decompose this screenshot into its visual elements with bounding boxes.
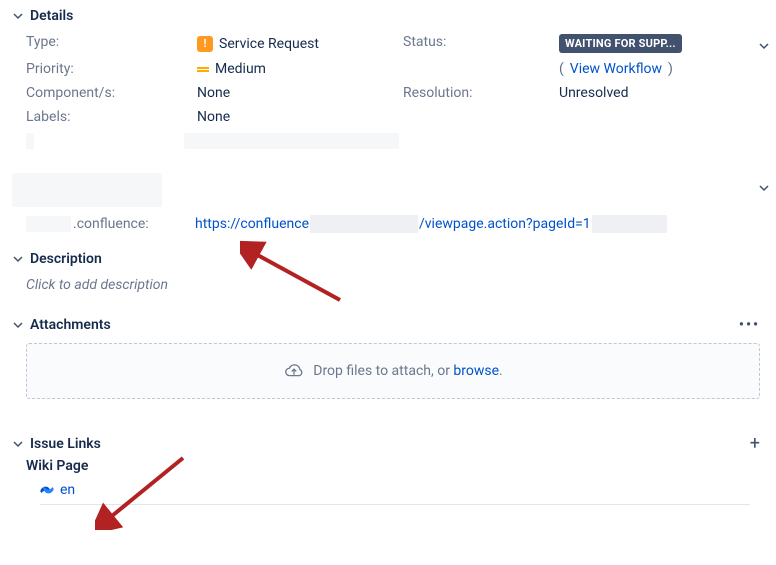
status-badge[interactable]: WAITING FOR SUPP... <box>559 34 682 53</box>
redacted-row-spacer <box>26 157 764 165</box>
wiki-link-row[interactable]: en <box>40 482 750 505</box>
workflow-cell: (View Workflow) <box>559 61 764 77</box>
confluence-field-label: .confluence: <box>73 216 149 232</box>
browse-link[interactable]: browse <box>453 363 499 379</box>
chevron-down-icon <box>12 10 24 22</box>
collapse-panel-icon[interactable] <box>754 178 774 198</box>
confluence-url-part1: https://confluence <box>195 216 309 232</box>
collapse-status-panel-icon[interactable] <box>754 36 774 56</box>
chevron-down-icon <box>12 253 24 265</box>
view-workflow-link[interactable]: View Workflow <box>570 61 662 77</box>
labels-label: Labels: <box>26 109 191 125</box>
resolution-label: Resolution: <box>403 85 553 101</box>
confluence-url[interactable]: https://confluence /viewpage.action?page… <box>195 215 667 233</box>
details-title: Details <box>30 8 73 24</box>
priority-value: Medium <box>197 61 397 77</box>
chevron-down-icon <box>12 319 24 331</box>
labels-value: None <box>197 109 397 125</box>
attachments-options-icon[interactable]: ••• <box>739 317 764 333</box>
description-section-header[interactable]: Description <box>12 251 764 267</box>
components-value: None <box>197 85 397 101</box>
cloud-upload-icon <box>283 362 305 380</box>
type-value: ! Service Request <box>197 34 397 53</box>
attachments-section-header[interactable]: Attachments <box>12 317 111 333</box>
add-link-button[interactable]: + <box>750 433 760 454</box>
description-title: Description <box>30 251 102 267</box>
details-fields: Type: ! Service Request Status: WAITING … <box>26 34 764 233</box>
priority-medium-icon <box>197 67 209 72</box>
description-placeholder[interactable]: Click to add description <box>26 277 764 293</box>
components-label: Component/s: <box>26 85 191 101</box>
confluence-field-row: .confluence: https://confluence /viewpag… <box>26 215 764 233</box>
details-section-header[interactable]: Details <box>12 8 764 24</box>
dropzone-period: . <box>499 363 503 379</box>
attachments-title: Attachments <box>30 317 111 333</box>
status-value: WAITING FOR SUPP... <box>559 34 764 53</box>
priority-text: Medium <box>215 61 266 77</box>
wiki-page-subheading: Wiki Page <box>26 458 764 474</box>
issue-links-section-header[interactable]: Issue Links <box>12 436 101 452</box>
wiki-link-text: en <box>60 482 75 498</box>
redacted-row-2 <box>12 173 764 207</box>
redacted-row-1 <box>26 133 764 149</box>
attachments-dropzone[interactable]: Drop files to attach, or browse. <box>26 343 760 399</box>
issue-links-title: Issue Links <box>30 436 101 452</box>
resolution-value: Unresolved <box>559 85 764 101</box>
chevron-down-icon <box>12 438 24 450</box>
type-text: Service Request <box>219 36 319 52</box>
confluence-page-icon <box>40 483 54 497</box>
service-request-icon: ! <box>197 36 213 52</box>
type-label: Type: <box>26 34 191 53</box>
status-label: Status: <box>403 34 553 53</box>
confluence-url-part2: /viewpage.action?pageId=1 <box>419 216 591 232</box>
priority-label: Priority: <box>26 61 191 77</box>
dropzone-text: Drop files to attach, or <box>313 363 453 379</box>
